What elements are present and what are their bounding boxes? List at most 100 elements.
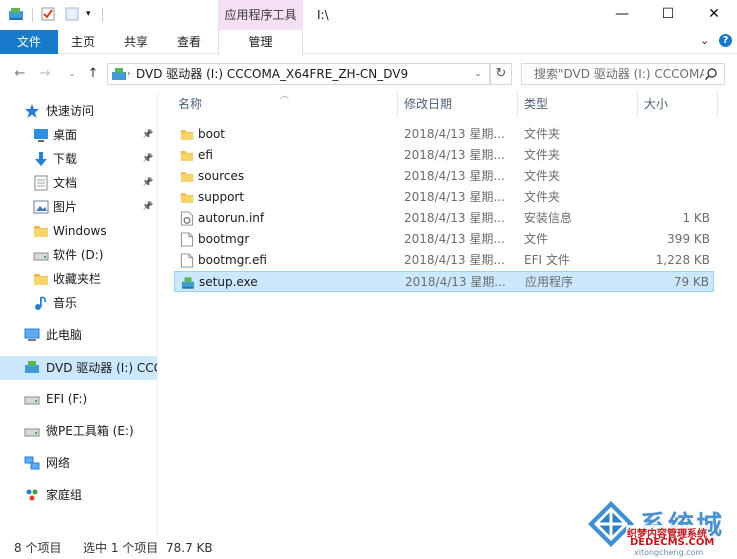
file-date: 2018/4/13 星期... xyxy=(404,211,505,225)
watermark: 系统城 织梦内容管理系统 DEDECMS.COM xitongcheng.com xyxy=(578,495,737,559)
forward-arrow-icon[interactable]: → xyxy=(35,64,55,84)
help-icon[interactable]: ? xyxy=(719,34,732,47)
search-input[interactable]: 搜索"DVD 驱动器 (I:) CCCOMA_X64FRE_ZH-CN_DV9" xyxy=(534,64,704,84)
column-separator[interactable] xyxy=(517,92,518,116)
sidebar-item-label: 快速访问 xyxy=(46,104,95,118)
column-separator[interactable] xyxy=(397,92,398,116)
tab-view[interactable]: 查看 xyxy=(177,30,201,54)
selected-count: 选中 1 个项目 xyxy=(83,541,159,555)
file-row[interactable]: sources 2018/4/13 星期... 文件夹 xyxy=(174,166,714,187)
sidebar-item[interactable]: 下载 📌 xyxy=(0,148,157,170)
drive-icon xyxy=(24,391,40,407)
column-date[interactable]: 修改日期 xyxy=(404,92,452,116)
column-separator[interactable] xyxy=(717,92,718,116)
up-arrow-icon[interactable]: ↑ xyxy=(83,64,103,84)
sidebar-item[interactable]: 音乐 xyxy=(0,292,157,314)
tab-file[interactable]: 文件 xyxy=(0,30,58,54)
file-date: 2018/4/13 星期... xyxy=(404,253,505,267)
folder-icon xyxy=(180,190,194,205)
close-button[interactable]: ✕ xyxy=(691,0,737,30)
tab-manage[interactable]: 管理 xyxy=(218,30,303,55)
navigation-pane: 快速访问 桌面 📌 下载 📌 文档 📌 图片 📌 Windows 软件 (D:) 收藏夹栏 音乐 此电脑 D… xyxy=(0,92,158,535)
sidebar-item[interactable]: 网络 xyxy=(0,452,157,474)
refresh-icon[interactable]: ↻ xyxy=(490,63,512,85)
file-type: 文件夹 xyxy=(524,190,561,204)
file-row[interactable]: boot 2018/4/13 星期... 文件夹 xyxy=(174,124,714,145)
sidebar-item[interactable]: 家庭组 xyxy=(0,484,157,506)
file-row[interactable]: efi 2018/4/13 星期... 文件夹 xyxy=(174,145,714,166)
recent-locations-icon[interactable]: ⌄ xyxy=(62,64,82,84)
file-icon xyxy=(180,232,194,247)
file-date: 2018/4/13 星期... xyxy=(404,148,505,162)
tab-share[interactable]: 共享 xyxy=(124,30,148,54)
item-count: 8 个项目 xyxy=(14,541,62,555)
file-row[interactable]: bootmgr.efi 2018/4/13 星期... EFI 文件 1,228 KB xyxy=(174,250,714,271)
sidebar-item-label: 网络 xyxy=(46,456,71,470)
app-icon[interactable] xyxy=(8,6,24,22)
file-type: 应用程序 xyxy=(525,275,574,289)
file-name: autorun.inf xyxy=(198,211,265,225)
context-tab-group-label: 应用程序工具 xyxy=(218,0,303,30)
file-row[interactable]: setup.exe 2018/4/13 星期... 应用程序 79 KB xyxy=(174,271,714,292)
search-box[interactable]: 搜索"DVD 驱动器 (I:) CCCOMA_X64FRE_ZH-CN_DV9" xyxy=(521,63,725,85)
navigation-bar: ← → ⌄ ↑ › DVD 驱动器 (I:) CCCOMA_X64FRE_ZH-… xyxy=(0,60,737,88)
address-dropdown-icon[interactable]: ⌄ xyxy=(468,64,488,84)
file-date: 2018/4/13 星期... xyxy=(404,232,505,246)
column-size[interactable]: 大小 xyxy=(644,92,668,116)
file-row[interactable]: bootmgr 2018/4/13 星期... 文件 399 KB xyxy=(174,229,714,250)
search-icon[interactable] xyxy=(704,67,718,81)
sidebar-item[interactable]: 此电脑 xyxy=(0,324,157,346)
sidebar-item-label: 桌面 xyxy=(53,128,78,142)
file-name: boot xyxy=(198,127,226,141)
column-separator[interactable] xyxy=(637,92,638,116)
sidebar-item[interactable]: 文档 📌 xyxy=(0,172,157,194)
ribbon-expand-icon[interactable]: ⌄ xyxy=(700,34,709,47)
file-type: EFI 文件 xyxy=(524,253,570,267)
sidebar-item[interactable]: 桌面 📌 xyxy=(0,124,157,146)
file-row[interactable]: autorun.inf 2018/4/13 星期... 安装信息 1 KB xyxy=(174,208,714,229)
back-arrow-icon[interactable]: ← xyxy=(10,64,30,84)
drive-icon xyxy=(33,247,49,263)
customize-toolbar-icon[interactable]: ▾ xyxy=(86,6,102,22)
document-icon xyxy=(33,175,49,191)
sidebar-item[interactable]: 软件 (D:) xyxy=(0,244,157,266)
sidebar-item[interactable]: 收藏夹栏 xyxy=(0,268,157,290)
title-bar: ▾ 应用程序工具 I:\ — ☐ ✕ xyxy=(0,0,737,30)
address-path[interactable]: DVD 驱动器 (I:) CCCOMA_X64FRE_ZH-CN_DV9 xyxy=(136,64,408,84)
file-date: 2018/4/13 星期... xyxy=(404,127,505,141)
file-row[interactable]: support 2018/4/13 星期... 文件夹 xyxy=(174,187,714,208)
folder-icon xyxy=(180,127,194,142)
folder-icon xyxy=(33,271,49,287)
file-name: efi xyxy=(198,148,213,162)
new-folder-icon[interactable] xyxy=(64,6,80,22)
file-type: 文件夹 xyxy=(524,169,561,183)
sidebar-item[interactable]: 图片 📌 xyxy=(0,196,157,218)
sidebar-item[interactable]: DVD 驱动器 (I:) CCCOMA_X64FRE_ZH-CN_DV9 xyxy=(0,356,157,380)
sidebar-item-label: 微PE工具箱 (E:) xyxy=(46,424,134,438)
windows-logo-icon xyxy=(588,501,634,547)
file-date: 2018/4/13 星期... xyxy=(404,169,505,183)
sidebar-item[interactable]: EFI (F:) xyxy=(0,388,157,410)
file-type: 文件 xyxy=(524,232,549,246)
file-name: bootmgr xyxy=(198,232,250,246)
column-type[interactable]: 类型 xyxy=(524,92,548,116)
watermark-line2: DEDECMS.COM xyxy=(630,537,715,548)
breadcrumb-chevron-icon[interactable]: › xyxy=(127,64,131,84)
folder-icon xyxy=(180,169,194,184)
sidebar-item[interactable]: 快速访问 xyxy=(0,100,157,122)
sidebar-item[interactable]: 微PE工具箱 (E:) xyxy=(0,420,157,442)
watermark-url: xitongcheng.com xyxy=(634,548,704,557)
sidebar-item-label: DVD 驱动器 (I:) CCCOMA_X64FRE_ZH-CN_DV9 xyxy=(46,361,157,375)
file-size: 1,228 KB xyxy=(655,253,710,267)
address-bar[interactable]: › DVD 驱动器 (I:) CCCOMA_X64FRE_ZH-CN_DV9 xyxy=(107,63,490,85)
pin-icon: 📌 xyxy=(142,202,154,212)
column-name[interactable]: 名称 xyxy=(178,92,202,116)
minimize-button[interactable]: — xyxy=(599,0,645,30)
properties-icon[interactable] xyxy=(40,6,56,22)
file-date: 2018/4/13 星期... xyxy=(404,190,505,204)
file-icon xyxy=(180,253,194,268)
sidebar-item[interactable]: Windows xyxy=(0,220,157,242)
homegroup-icon xyxy=(24,487,40,503)
tab-home[interactable]: 主页 xyxy=(71,30,95,54)
maximize-button[interactable]: ☐ xyxy=(645,0,691,30)
